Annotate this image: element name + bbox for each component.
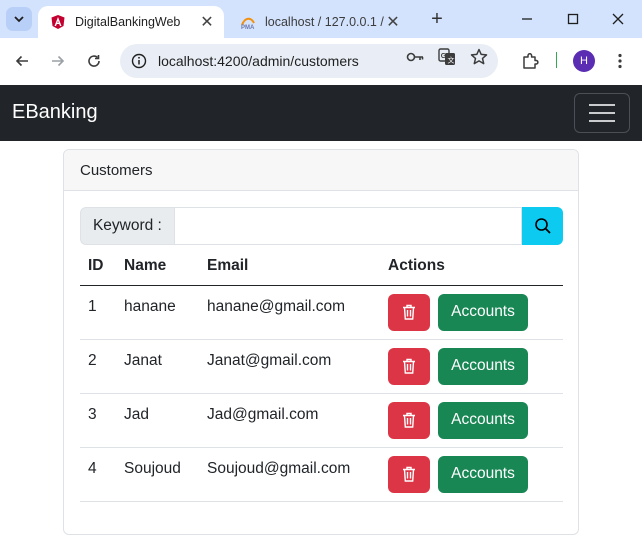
customer-id: 4 xyxy=(80,447,116,502)
customer-id: 3 xyxy=(80,393,116,448)
forward-icon[interactable] xyxy=(45,48,71,74)
accounts-button[interactable]: Accounts xyxy=(438,401,528,439)
customer-name: hanane xyxy=(116,285,199,340)
browser-tab-active[interactable]: DigitalBankingWeb ✕ xyxy=(38,6,224,38)
hamburger-icon-bar xyxy=(589,104,615,106)
customer-email: Janat@gmail.com xyxy=(199,339,380,394)
customer-id: 2 xyxy=(80,339,116,394)
search-button[interactable] xyxy=(522,207,563,245)
column-header-name: Name xyxy=(116,247,199,286)
row-actions: Accounts xyxy=(380,285,563,340)
accounts-button[interactable]: Accounts xyxy=(438,347,528,385)
table-row: 4 Soujoud Soujoud@gmail.com Accounts xyxy=(80,447,563,502)
delete-button[interactable] xyxy=(388,455,430,493)
browser-tab-strip: DigitalBankingWeb ✕ PMA localhost / 127.… xyxy=(0,0,642,38)
search-form: Keyword : xyxy=(80,207,563,245)
svg-text:文: 文 xyxy=(448,56,455,65)
row-actions: Accounts xyxy=(380,339,563,394)
chevron-down-icon xyxy=(14,16,24,23)
card-header: Customers xyxy=(64,150,578,191)
close-window-icon[interactable] xyxy=(605,6,631,32)
row-actions: Accounts xyxy=(380,393,563,448)
more-menu-icon[interactable] xyxy=(609,50,631,72)
customers-table: ID Name Email Actions 1 hanane hanane@gm… xyxy=(80,247,563,502)
svg-text:PMA: PMA xyxy=(241,25,255,30)
trash-icon xyxy=(403,358,415,374)
tab-title: DigitalBankingWeb xyxy=(75,15,181,29)
trash-icon xyxy=(403,304,415,320)
bookmark-star-icon[interactable] xyxy=(468,46,490,68)
password-key-icon[interactable] xyxy=(404,46,426,68)
angular-icon xyxy=(50,14,66,30)
extensions-icon[interactable] xyxy=(519,50,541,72)
close-icon[interactable]: ✕ xyxy=(384,13,402,31)
browser-tab-inactive[interactable]: PMA localhost / 127.0.0.1 / d ✕ xyxy=(232,6,410,38)
hamburger-icon-bar xyxy=(589,112,615,114)
delete-button[interactable] xyxy=(388,293,430,331)
profile-avatar[interactable]: H xyxy=(573,50,595,72)
maximize-icon[interactable] xyxy=(560,6,586,32)
customer-name: Janat xyxy=(116,339,199,394)
brand-link[interactable]: EBanking xyxy=(12,101,98,124)
accounts-button[interactable]: Accounts xyxy=(438,293,528,331)
column-header-id: ID xyxy=(80,247,116,286)
navbar-toggler-button[interactable] xyxy=(574,93,630,133)
table-header-row: ID Name Email Actions xyxy=(80,247,563,286)
table-row: 2 Janat Janat@gmail.com Accounts xyxy=(80,339,563,394)
row-actions: Accounts xyxy=(380,447,563,502)
column-header-email: Email xyxy=(199,247,380,286)
reload-icon[interactable] xyxy=(81,48,107,74)
tab-title: localhost / 127.0.0.1 / d xyxy=(265,15,384,29)
trash-icon xyxy=(403,466,415,482)
translate-icon[interactable]: G文 xyxy=(436,46,458,68)
customers-card: Customers Keyword : ID Name Email Action… xyxy=(63,149,579,535)
minimize-icon[interactable] xyxy=(514,6,540,32)
toolbar-divider xyxy=(556,52,557,68)
back-icon[interactable] xyxy=(9,48,35,74)
tab-search-button[interactable] xyxy=(6,7,32,31)
close-icon[interactable]: ✕ xyxy=(198,13,216,31)
table-row: 1 hanane hanane@gmail.com Accounts xyxy=(80,285,563,340)
column-header-actions: Actions xyxy=(380,247,563,286)
customer-email: hanane@gmail.com xyxy=(199,285,380,340)
browser-toolbar: localhost:4200/admin/customers G文 H xyxy=(0,38,642,85)
new-tab-button[interactable]: + xyxy=(426,8,448,30)
search-icon xyxy=(534,218,551,234)
delete-button[interactable] xyxy=(388,401,430,439)
customer-email: Soujoud@gmail.com xyxy=(199,447,380,502)
trash-icon xyxy=(403,412,415,428)
customer-name: Jad xyxy=(116,393,199,448)
keyword-input[interactable] xyxy=(174,207,523,245)
customer-email: Jad@gmail.com xyxy=(199,393,380,448)
delete-button[interactable] xyxy=(388,347,430,385)
keyword-label: Keyword : xyxy=(80,207,175,245)
accounts-button[interactable]: Accounts xyxy=(438,455,528,493)
table-row: 3 Jad Jad@gmail.com Accounts xyxy=(80,393,563,448)
hamburger-icon-bar xyxy=(589,120,615,122)
phpmyadmin-icon: PMA xyxy=(240,14,256,31)
app-navbar: EBanking xyxy=(0,85,642,141)
customer-id: 1 xyxy=(80,285,116,340)
svg-text:G: G xyxy=(441,53,447,60)
customer-name: Soujoud xyxy=(116,447,199,502)
site-info-icon[interactable] xyxy=(130,52,148,70)
